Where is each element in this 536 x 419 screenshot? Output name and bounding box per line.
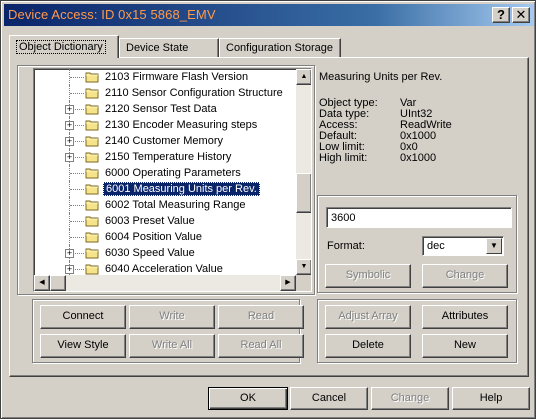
tree-item-label: 2130 Encoder Measuring steps [105,119,258,131]
folder-icon [85,120,99,131]
tree-item-label: 6040 Acceleration Value [105,263,223,275]
tree-item[interactable]: 6002 Total Measuring Range [34,197,296,213]
folder-icon [85,248,99,259]
tree-horizontal-scrollbar[interactable]: ◀ ▶ [34,275,296,291]
format-value: dec [427,240,445,252]
tree-item[interactable]: +2130 Encoder Measuring steps [34,117,296,133]
object-tree[interactable]: 2103 Firmware Flash Version 2110 Sensor C… [33,68,312,292]
tree-item[interactable]: 2110 Sensor Configuration Structure [34,85,296,101]
tree-line [70,237,84,238]
value-input[interactable] [326,207,512,228]
write-all-button[interactable]: Write All [129,334,215,358]
tree-item-label: 6002 Total Measuring Range [105,199,246,211]
tab-label: Configuration Storage [226,42,334,54]
folder-icon [85,104,99,115]
scroll-right-icon[interactable]: ▶ [280,275,296,291]
tree-item-label: 2120 Sensor Test Data [105,103,217,115]
tree-item[interactable]: 6000 Operating Parameters [34,165,296,181]
scroll-left-icon[interactable]: ◀ [34,275,50,291]
scroll-corner [296,275,311,291]
tree-line [70,173,84,174]
attributes-button[interactable]: Attributes [422,305,508,329]
tree-line [70,205,84,206]
tree-vertical-scrollbar[interactable]: ▲ ▼ [296,69,311,275]
tree-item-label: 6001 Measuring Units per Rev. [103,182,260,196]
detail-value: 0x1000 [400,152,437,164]
tab-label: Device State [126,42,189,54]
tab-configuration-storage[interactable]: Configuration Storage [219,38,341,57]
tree-item-label: 2110 Sensor Configuration Structure [105,87,283,99]
read-all-button[interactable]: Read All [218,334,304,358]
folder-icon [85,264,99,275]
adjust-array-button[interactable]: Adjust Array [325,305,411,329]
tree-item-label: 6004 Position Value [105,231,203,243]
tree-line [70,77,84,78]
folder-icon [85,168,99,179]
tree-item[interactable]: 2103 Firmware Flash Version [34,69,296,85]
folder-icon [85,72,99,83]
read-button[interactable]: Read [218,305,304,329]
tab-label: Object Dictionary [16,40,106,54]
connect-button[interactable]: Connect [40,305,126,329]
tree-item-label: 2140 Customer Memory [105,135,223,147]
tree-line [70,189,84,190]
scroll-down-icon[interactable]: ▼ [296,259,311,275]
title-bar[interactable]: Device Access: ID 0x15 5868_EMV ? ✕ [4,4,534,26]
tree-item-label: 6003 Preset Value [105,215,195,227]
cancel-button[interactable]: Cancel [290,387,368,410]
folder-icon [85,232,99,243]
symbolic-button[interactable]: Symbolic [325,264,411,288]
tree-item[interactable]: 6001 Measuring Units per Rev. [34,181,296,197]
tree-item[interactable]: 6004 Position Value [34,229,296,245]
tree-item[interactable]: +6030 Speed Value [34,245,296,261]
tree-item[interactable]: +2150 Temperature History [34,149,296,165]
window-title: Device Access: ID 0x15 5868_EMV [8,7,216,22]
scroll-thumb[interactable] [296,173,311,213]
tab-device-state[interactable]: Device State [119,38,219,57]
expand-icon[interactable]: + [65,105,74,114]
folder-icon [85,184,99,195]
tree-item-label: 2103 Firmware Flash Version [105,71,249,83]
format-label: Format: [327,240,365,252]
chevron-down-icon[interactable]: ▼ [486,238,502,254]
change-button[interactable]: Change [371,387,449,410]
ok-button[interactable]: OK [208,387,288,410]
close-icon[interactable]: ✕ [512,7,530,23]
folder-icon [85,152,99,163]
expand-icon[interactable]: + [65,265,74,274]
folder-icon [85,136,99,147]
change-value-button[interactable]: Change [422,264,508,288]
help-button[interactable]: Help [452,387,530,410]
folder-icon [85,216,99,227]
format-select[interactable]: dec ▼ [422,236,504,256]
tree-item[interactable]: +2140 Customer Memory [34,133,296,149]
folder-icon [85,88,99,99]
folder-icon [85,200,99,211]
expand-icon[interactable]: + [65,153,74,162]
new-button[interactable]: New [422,334,508,358]
delete-button[interactable]: Delete [325,334,411,358]
help-title-button[interactable]: ? [492,7,510,23]
details-title: Measuring Units per Rev. [319,71,443,83]
tree-item-label: 6000 Operating Parameters [105,167,241,179]
tree-item-label: 2150 Temperature History [105,151,232,163]
tree-item[interactable]: +2120 Sensor Test Data [34,101,296,117]
device-access-dialog: Device Access: ID 0x15 5868_EMV ? ✕ Obje… [0,0,536,419]
write-button[interactable]: Write [129,305,215,329]
view-style-button[interactable]: View Style [40,334,126,358]
scroll-up-icon[interactable]: ▲ [296,69,311,85]
tree-item-label: 6030 Speed Value [105,247,195,259]
scroll-h-thumb[interactable] [50,275,66,291]
tree-item[interactable]: 6003 Preset Value [34,213,296,229]
expand-icon[interactable]: + [65,121,74,130]
expand-icon[interactable]: + [65,137,74,146]
tree-line [70,93,84,94]
tree-line [70,221,84,222]
detail-key: High limit: [319,152,368,164]
tab-object-dictionary[interactable]: Object Dictionary [9,35,119,58]
expand-icon[interactable]: + [65,249,74,258]
